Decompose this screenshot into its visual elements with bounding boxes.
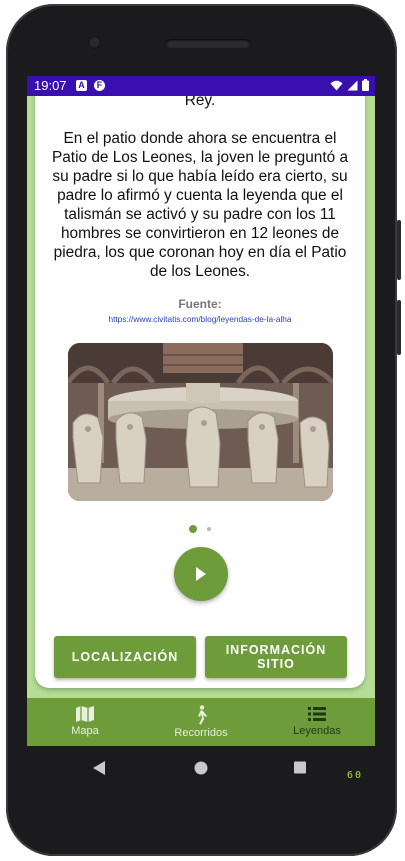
nav-label-mapa: Mapa — [71, 725, 99, 737]
a-icon: A — [76, 80, 87, 91]
carousel-page-indicator — [35, 520, 365, 538]
status-bar: 19:07 A F — [27, 76, 375, 96]
list-icon — [308, 707, 326, 721]
page-dot-active[interactable] — [188, 524, 197, 533]
earpiece-speaker — [166, 39, 250, 48]
photo-illustration — [68, 343, 333, 501]
status-right-icons — [330, 79, 369, 91]
play-icon — [196, 567, 206, 581]
front-camera — [88, 36, 101, 49]
site-info-button[interactable]: INFORMACIÓN SITIO — [205, 636, 347, 678]
legend-story-text: de la verdad, una maldición caería sobre… — [51, 76, 349, 280]
battery-icon — [362, 79, 369, 91]
location-button[interactable]: LOCALIZACIÓN — [54, 636, 196, 678]
volume-button — [397, 300, 401, 355]
system-nav-bar — [6, 746, 397, 796]
fps-counter: 60 — [347, 770, 364, 781]
app-screen: de la verdad, una maldición caería sobre… — [27, 76, 375, 746]
status-time: 19:07 — [34, 78, 67, 93]
nav-item-recorridos[interactable]: Recorridos — [143, 698, 259, 746]
fountain-lions-photo[interactable] — [68, 343, 333, 501]
nav-label-leyendas: Leyendas — [293, 725, 341, 737]
source-link[interactable]: https://www.civitatis.com/blog/leyendas-… — [35, 314, 365, 324]
walk-icon — [198, 705, 207, 725]
play-audio-button[interactable] — [174, 547, 228, 601]
system-nav-icons — [93, 761, 306, 775]
home-icon[interactable] — [194, 761, 208, 775]
nav-item-leyendas[interactable]: Leyendas — [259, 698, 375, 746]
back-icon[interactable] — [93, 761, 105, 775]
bottom-navigation: Mapa Recorridos Leyendas — [27, 698, 375, 746]
f-icon: F — [94, 80, 105, 91]
power-button — [397, 220, 401, 280]
nav-item-mapa[interactable]: Mapa — [27, 698, 143, 746]
page-dot-inactive[interactable] — [207, 526, 212, 531]
map-icon — [76, 706, 94, 722]
recents-icon[interactable] — [294, 761, 306, 774]
signal-icon — [347, 80, 358, 90]
legend-detail-card: de la verdad, una maldición caería sobre… — [35, 76, 365, 688]
nav-label-recorridos: Recorridos — [174, 727, 228, 739]
wifi-icon — [330, 80, 343, 90]
source-label: Fuente: — [178, 297, 222, 311]
